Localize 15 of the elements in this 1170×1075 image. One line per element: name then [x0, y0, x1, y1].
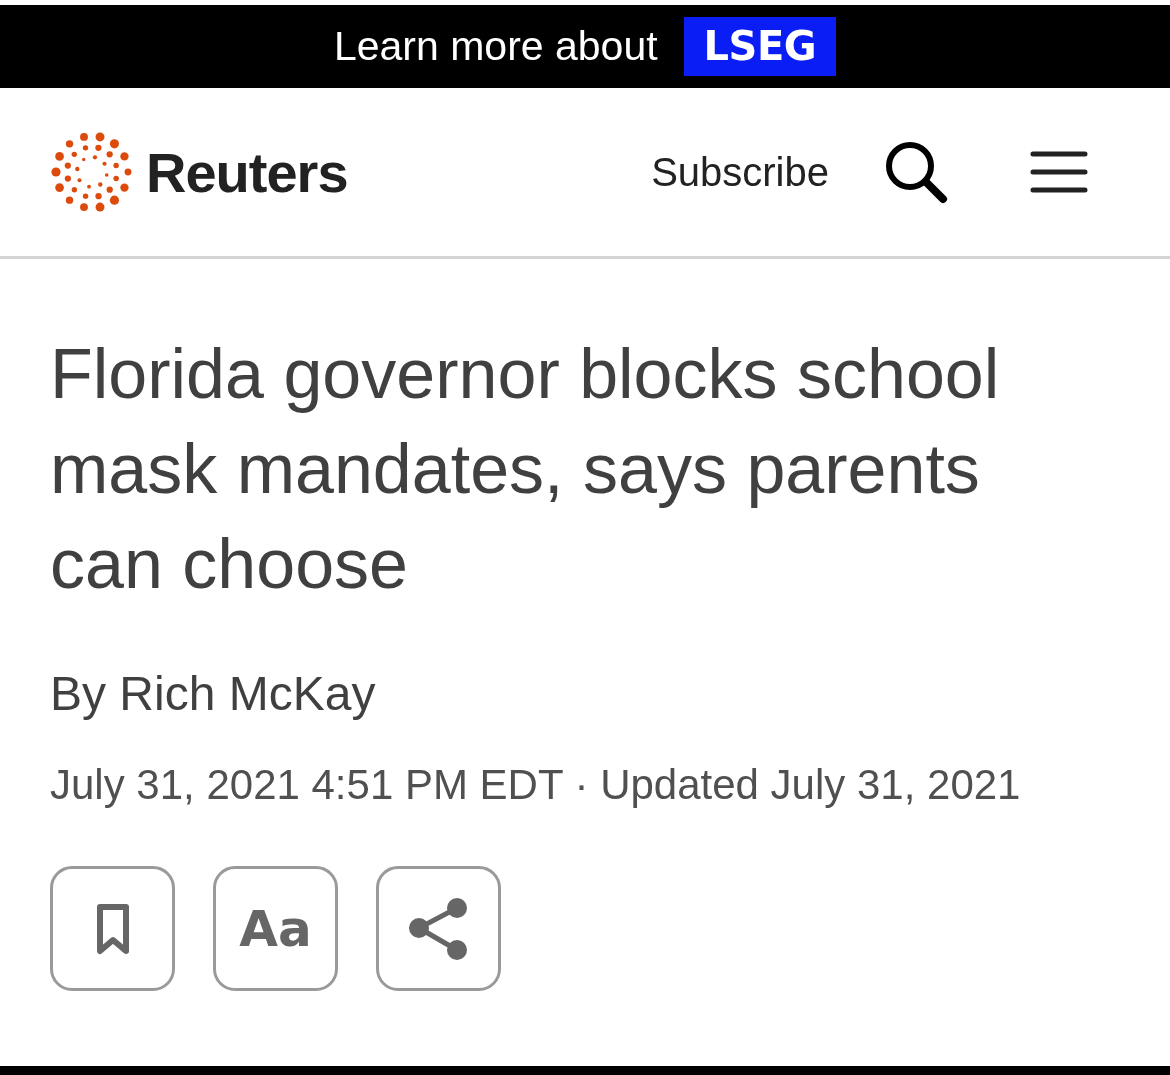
promo-text: Learn more about	[333, 23, 658, 70]
menu-icon[interactable]	[1030, 151, 1088, 193]
bookmark-icon	[95, 902, 130, 955]
bookmark-button[interactable]	[50, 866, 175, 991]
logo-wordmark[interactable]: Reuters	[146, 139, 348, 205]
subscribe-link[interactable]: Subscribe	[651, 149, 829, 195]
search-icon[interactable]	[884, 140, 948, 204]
promo-banner[interactable]: Learn more about LSEG	[0, 5, 1170, 88]
dotted-ring-logo-icon[interactable]	[50, 130, 134, 214]
share-button[interactable]	[376, 866, 501, 991]
byline: By Rich McKay	[50, 666, 377, 722]
article-headline: Florida governor blocks school mask mandates, says parents can choose	[50, 334, 1001, 605]
dateline: July 31, 2021 4:51 PM EDT · Updated July 31, 2021	[50, 760, 1022, 810]
brand-badge: LSEG	[683, 17, 837, 76]
text-size-button[interactable]: Aa	[213, 866, 338, 991]
